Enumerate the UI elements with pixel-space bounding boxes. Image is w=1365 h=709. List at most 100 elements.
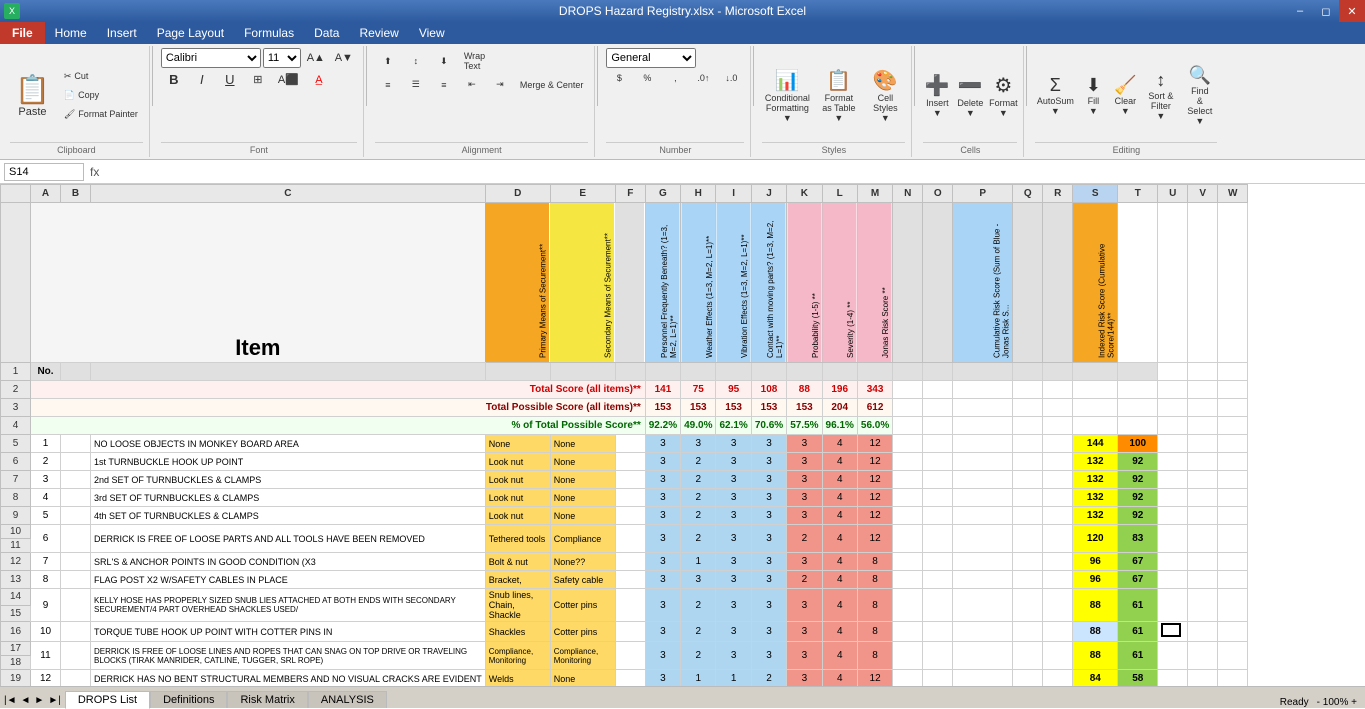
cell-16-j[interactable]: 3 xyxy=(751,622,786,642)
percent-button[interactable]: % xyxy=(634,70,660,86)
cell-8-t[interactable]: 92 xyxy=(1118,489,1158,507)
clear-button[interactable]: 🧹 Clear▼ xyxy=(1111,65,1139,125)
align-top-button[interactable]: ⬆ xyxy=(375,53,401,70)
cell-14-l[interactable]: 4 xyxy=(822,589,857,622)
cell-13-m[interactable]: 8 xyxy=(857,571,892,589)
cell-5-d[interactable]: None xyxy=(485,435,550,453)
col-G[interactable]: G xyxy=(645,185,680,203)
cell-4-v[interactable] xyxy=(1188,417,1218,435)
cell-14-h[interactable]: 2 xyxy=(681,589,716,622)
fill-color-button[interactable]: A⬛ xyxy=(273,70,304,89)
menu-page-layout[interactable]: Page Layout xyxy=(147,22,234,44)
cell-10-m[interactable]: 12 xyxy=(857,525,892,553)
cell-14-w[interactable] xyxy=(1218,589,1248,622)
cell-3-v[interactable] xyxy=(1188,399,1218,417)
font-name-select[interactable]: Calibri xyxy=(161,48,261,68)
cell-6-i[interactable]: 3 xyxy=(716,453,751,471)
cell-2-l[interactable]: 196 xyxy=(822,381,857,399)
col-M[interactable]: M xyxy=(857,185,892,203)
cell-7-i[interactable]: 3 xyxy=(716,471,751,489)
cell-17-k[interactable]: 3 xyxy=(787,642,822,670)
cell-1-c[interactable] xyxy=(91,363,486,381)
cell-6-c[interactable]: 1st TURNBUCKLE HOOK UP POINT xyxy=(91,453,486,471)
cell-16-d[interactable]: Shackles xyxy=(485,622,550,642)
cell-18-v[interactable] xyxy=(1188,670,1218,687)
cell-18-q[interactable] xyxy=(1013,670,1043,687)
cell-4-m[interactable]: 56.0% xyxy=(857,417,892,435)
cell-3-t[interactable] xyxy=(1118,399,1158,417)
cell-5-m[interactable]: 12 xyxy=(857,435,892,453)
cell-13-g[interactable]: 3 xyxy=(645,571,680,589)
cell-18-h[interactable]: 1 xyxy=(681,670,716,687)
cell-12-p[interactable] xyxy=(953,553,1013,571)
cell-18-m[interactable]: 12 xyxy=(857,670,892,687)
cell-14-v[interactable] xyxy=(1188,589,1218,622)
cell-7-m[interactable]: 12 xyxy=(857,471,892,489)
cell-5-h[interactable]: 3 xyxy=(681,435,716,453)
cell-16-n[interactable] xyxy=(893,622,923,642)
insert-button[interactable]: ➕ Insert▼ xyxy=(923,65,951,125)
format-as-table-button[interactable]: 📋 Format as Table▼ xyxy=(816,65,861,125)
cell-17-s[interactable]: 88 xyxy=(1073,642,1118,670)
cell-5-g[interactable]: 3 xyxy=(645,435,680,453)
increase-decimal-button[interactable]: .0↑ xyxy=(690,70,716,86)
sheet-tab-definitions[interactable]: Definitions xyxy=(150,691,227,708)
cell-2-o[interactable] xyxy=(923,381,953,399)
cell-1-l[interactable] xyxy=(822,363,857,381)
col-S[interactable]: S xyxy=(1073,185,1118,203)
cell-4-j[interactable]: 70.6% xyxy=(751,417,786,435)
cell-18-s[interactable]: 84 xyxy=(1073,670,1118,687)
cell-2-m[interactable]: 343 xyxy=(857,381,892,399)
col-O[interactable]: O xyxy=(923,185,953,203)
cell-2-q[interactable] xyxy=(1013,381,1043,399)
col-H[interactable]: H xyxy=(681,185,716,203)
cell-8-m[interactable]: 12 xyxy=(857,489,892,507)
cell-10-t[interactable]: 83 xyxy=(1118,525,1158,553)
tab-nav-first[interactable]: |◄ xyxy=(2,695,19,706)
cell-13-k[interactable]: 2 xyxy=(787,571,822,589)
cell-8-c[interactable]: 3rd SET OF TURNBUCKLES & CLAMPS xyxy=(91,489,486,507)
cell-18-a[interactable]: 12 xyxy=(31,670,61,687)
copy-button[interactable]: 📄Copy xyxy=(59,87,143,104)
cell-2-label[interactable]: Total Score (all items)** xyxy=(31,381,646,399)
col-L[interactable]: L xyxy=(822,185,857,203)
cell-9-b[interactable] xyxy=(61,507,91,525)
cell-12-l[interactable]: 4 xyxy=(822,553,857,571)
cell-4-o[interactable] xyxy=(923,417,953,435)
cell-18-p[interactable] xyxy=(953,670,1013,687)
cell-12-c[interactable]: SRL'S & ANCHOR POINTS IN GOOD CONDITION … xyxy=(91,553,486,571)
cell-7-w[interactable] xyxy=(1218,471,1248,489)
cell-9-a[interactable]: 5 xyxy=(31,507,61,525)
cell-4-r[interactable] xyxy=(1043,417,1073,435)
cell-8-h[interactable]: 2 xyxy=(681,489,716,507)
font-size-select[interactable]: 11 xyxy=(263,48,301,68)
col-C[interactable]: C xyxy=(91,185,486,203)
cell-9-u[interactable] xyxy=(1158,507,1188,525)
decrease-decimal-button[interactable]: ↓.0 xyxy=(718,70,744,86)
col-N[interactable]: N xyxy=(893,185,923,203)
cell-6-v[interactable] xyxy=(1188,453,1218,471)
tab-nav-next[interactable]: ► xyxy=(32,695,46,706)
sheet-tab-risk-matrix[interactable]: Risk Matrix xyxy=(227,691,307,708)
cell-1-g[interactable] xyxy=(645,363,680,381)
align-bottom-button[interactable]: ⬇ xyxy=(431,53,457,70)
cell-13-d[interactable]: Bracket, xyxy=(485,571,550,589)
cell-3-l[interactable]: 204 xyxy=(822,399,857,417)
cell-13-c[interactable]: FLAG POST X2 W/SAFETY CABLES IN PLACE xyxy=(91,571,486,589)
cell-9-j[interactable]: 3 xyxy=(751,507,786,525)
cell-12-j[interactable]: 3 xyxy=(751,553,786,571)
cell-7-r[interactable] xyxy=(1043,471,1073,489)
cell-7-e[interactable]: None xyxy=(550,471,615,489)
cell-1-i[interactable] xyxy=(716,363,751,381)
cell-5-o[interactable] xyxy=(923,435,953,453)
col-K[interactable]: K xyxy=(787,185,822,203)
cell-1-f[interactable] xyxy=(615,363,645,381)
cell-16-f[interactable] xyxy=(615,622,645,642)
col-V[interactable]: V xyxy=(1188,185,1218,203)
cell-17-d[interactable]: Compliance, Monitoring xyxy=(485,642,550,670)
format-painter-button[interactable]: 🖌Format Painter xyxy=(59,106,143,123)
cell-14-p[interactable] xyxy=(953,589,1013,622)
cell-7-c[interactable]: 2nd SET OF TURNBUCKLES & CLAMPS xyxy=(91,471,486,489)
cell-8-j[interactable]: 3 xyxy=(751,489,786,507)
italic-button[interactable]: I xyxy=(189,70,215,89)
